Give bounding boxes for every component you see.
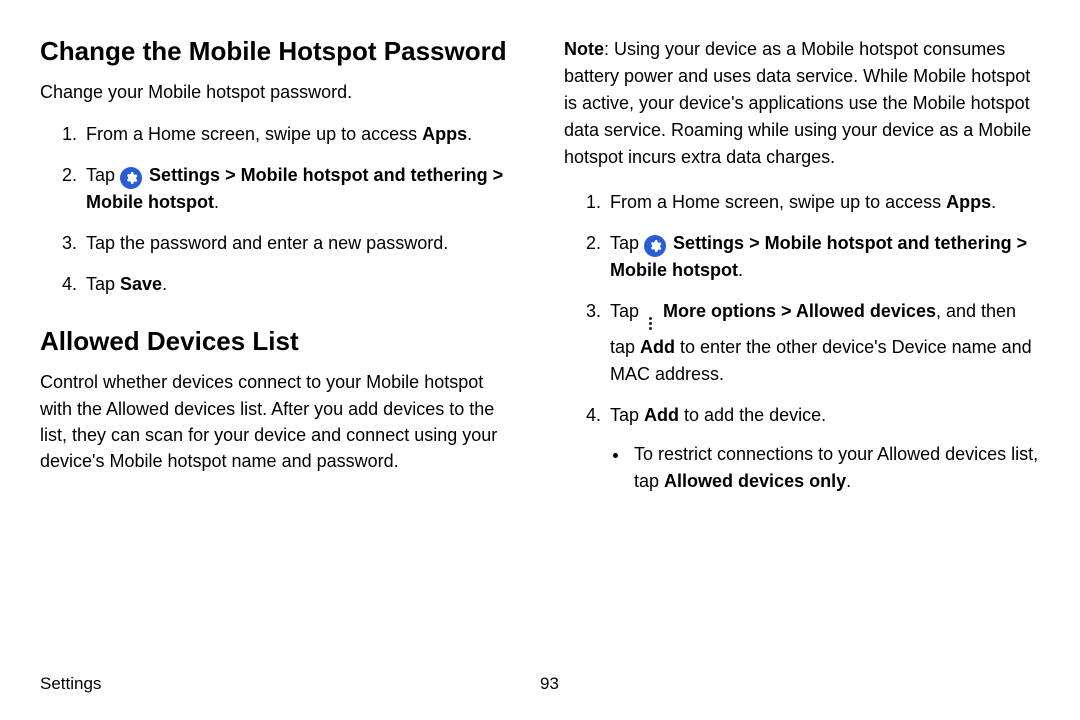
- footer-page-number: 93: [540, 674, 559, 694]
- steps-allowed-devices: From a Home screen, swipe up to access A…: [564, 189, 1040, 495]
- right-column: Note: Using your device as a Mobile hots…: [564, 36, 1040, 656]
- step-text: From a Home screen, swipe up to access: [610, 192, 946, 212]
- mh-label: Mobile hotspot: [610, 260, 738, 280]
- heading-allowed-devices: Allowed Devices List: [40, 326, 516, 357]
- lead-allowed-devices: Control whether devices connect to your …: [40, 369, 516, 473]
- apps-label: Apps: [422, 124, 467, 144]
- note-block: Note: Using your device as a Mobile hots…: [564, 36, 1040, 171]
- step-text: From a Home screen, swipe up to access: [86, 124, 422, 144]
- step-text: Tap: [610, 405, 644, 425]
- gear-icon: [644, 235, 666, 257]
- heading-change-password: Change the Mobile Hotspot Password: [40, 36, 516, 67]
- note-label: Note: [564, 39, 604, 59]
- step-text: Tap: [86, 274, 120, 294]
- bullet-restrict: To restrict connections to your Allowed …: [630, 441, 1040, 495]
- sub-bullets: To restrict connections to your Allowed …: [610, 441, 1040, 495]
- allowed-devices-label: Allowed devices: [796, 301, 936, 321]
- bullet-text: .: [846, 471, 851, 491]
- step-text: .: [214, 192, 219, 212]
- settings-label: Settings: [673, 233, 744, 253]
- two-column-layout: Change the Mobile Hotspot Password Chang…: [40, 36, 1040, 656]
- chevron: >: [744, 233, 765, 253]
- step-text: .: [467, 124, 472, 144]
- step-text: .: [991, 192, 996, 212]
- chevron: >: [488, 165, 504, 185]
- allowed-only-label: Allowed devices only: [664, 471, 846, 491]
- step-text: .: [738, 260, 743, 280]
- mht-label: Mobile hotspot and tethering: [765, 233, 1012, 253]
- chevron: >: [220, 165, 241, 185]
- save-label: Save: [120, 274, 162, 294]
- note-text: : Using your device as a Mobile hotspot …: [564, 39, 1031, 167]
- mh-label: Mobile hotspot: [86, 192, 214, 212]
- footer-section: Settings: [40, 674, 540, 694]
- step-2: Tap Settings > Mobile hotspot and tether…: [606, 230, 1040, 284]
- step-text: Tap: [610, 233, 644, 253]
- steps-change-password: From a Home screen, swipe up to access A…: [40, 121, 516, 298]
- step-text: .: [162, 274, 167, 294]
- step-4: Tap Save.: [82, 271, 516, 298]
- step-text: to add the device.: [679, 405, 826, 425]
- step-3: Tap the password and enter a new passwor…: [82, 230, 516, 257]
- step-2: Tap Settings > Mobile hotspot and tether…: [82, 162, 516, 216]
- step-1: From a Home screen, swipe up to access A…: [82, 121, 516, 148]
- apps-label: Apps: [946, 192, 991, 212]
- add-label: Add: [644, 405, 679, 425]
- step-4: Tap Add to add the device. To restrict c…: [606, 402, 1040, 495]
- step-1: From a Home screen, swipe up to access A…: [606, 189, 1040, 216]
- left-column: Change the Mobile Hotspot Password Chang…: [40, 36, 516, 656]
- chevron: >: [776, 301, 796, 321]
- settings-label: Settings: [149, 165, 220, 185]
- more-options-label: More options: [663, 301, 776, 321]
- lead-change-password: Change your Mobile hotspot password.: [40, 79, 516, 105]
- more-options-icon: [644, 314, 656, 334]
- step-3: Tap More options > Allowed devices, and …: [606, 298, 1040, 388]
- gear-icon: [120, 167, 142, 189]
- chevron: >: [1012, 233, 1028, 253]
- step-text: Tap: [610, 301, 644, 321]
- step-text: Tap: [86, 165, 120, 185]
- page-footer: Settings 93: [40, 674, 1040, 694]
- add-label: Add: [640, 337, 675, 357]
- mht-label: Mobile hotspot and tethering: [241, 165, 488, 185]
